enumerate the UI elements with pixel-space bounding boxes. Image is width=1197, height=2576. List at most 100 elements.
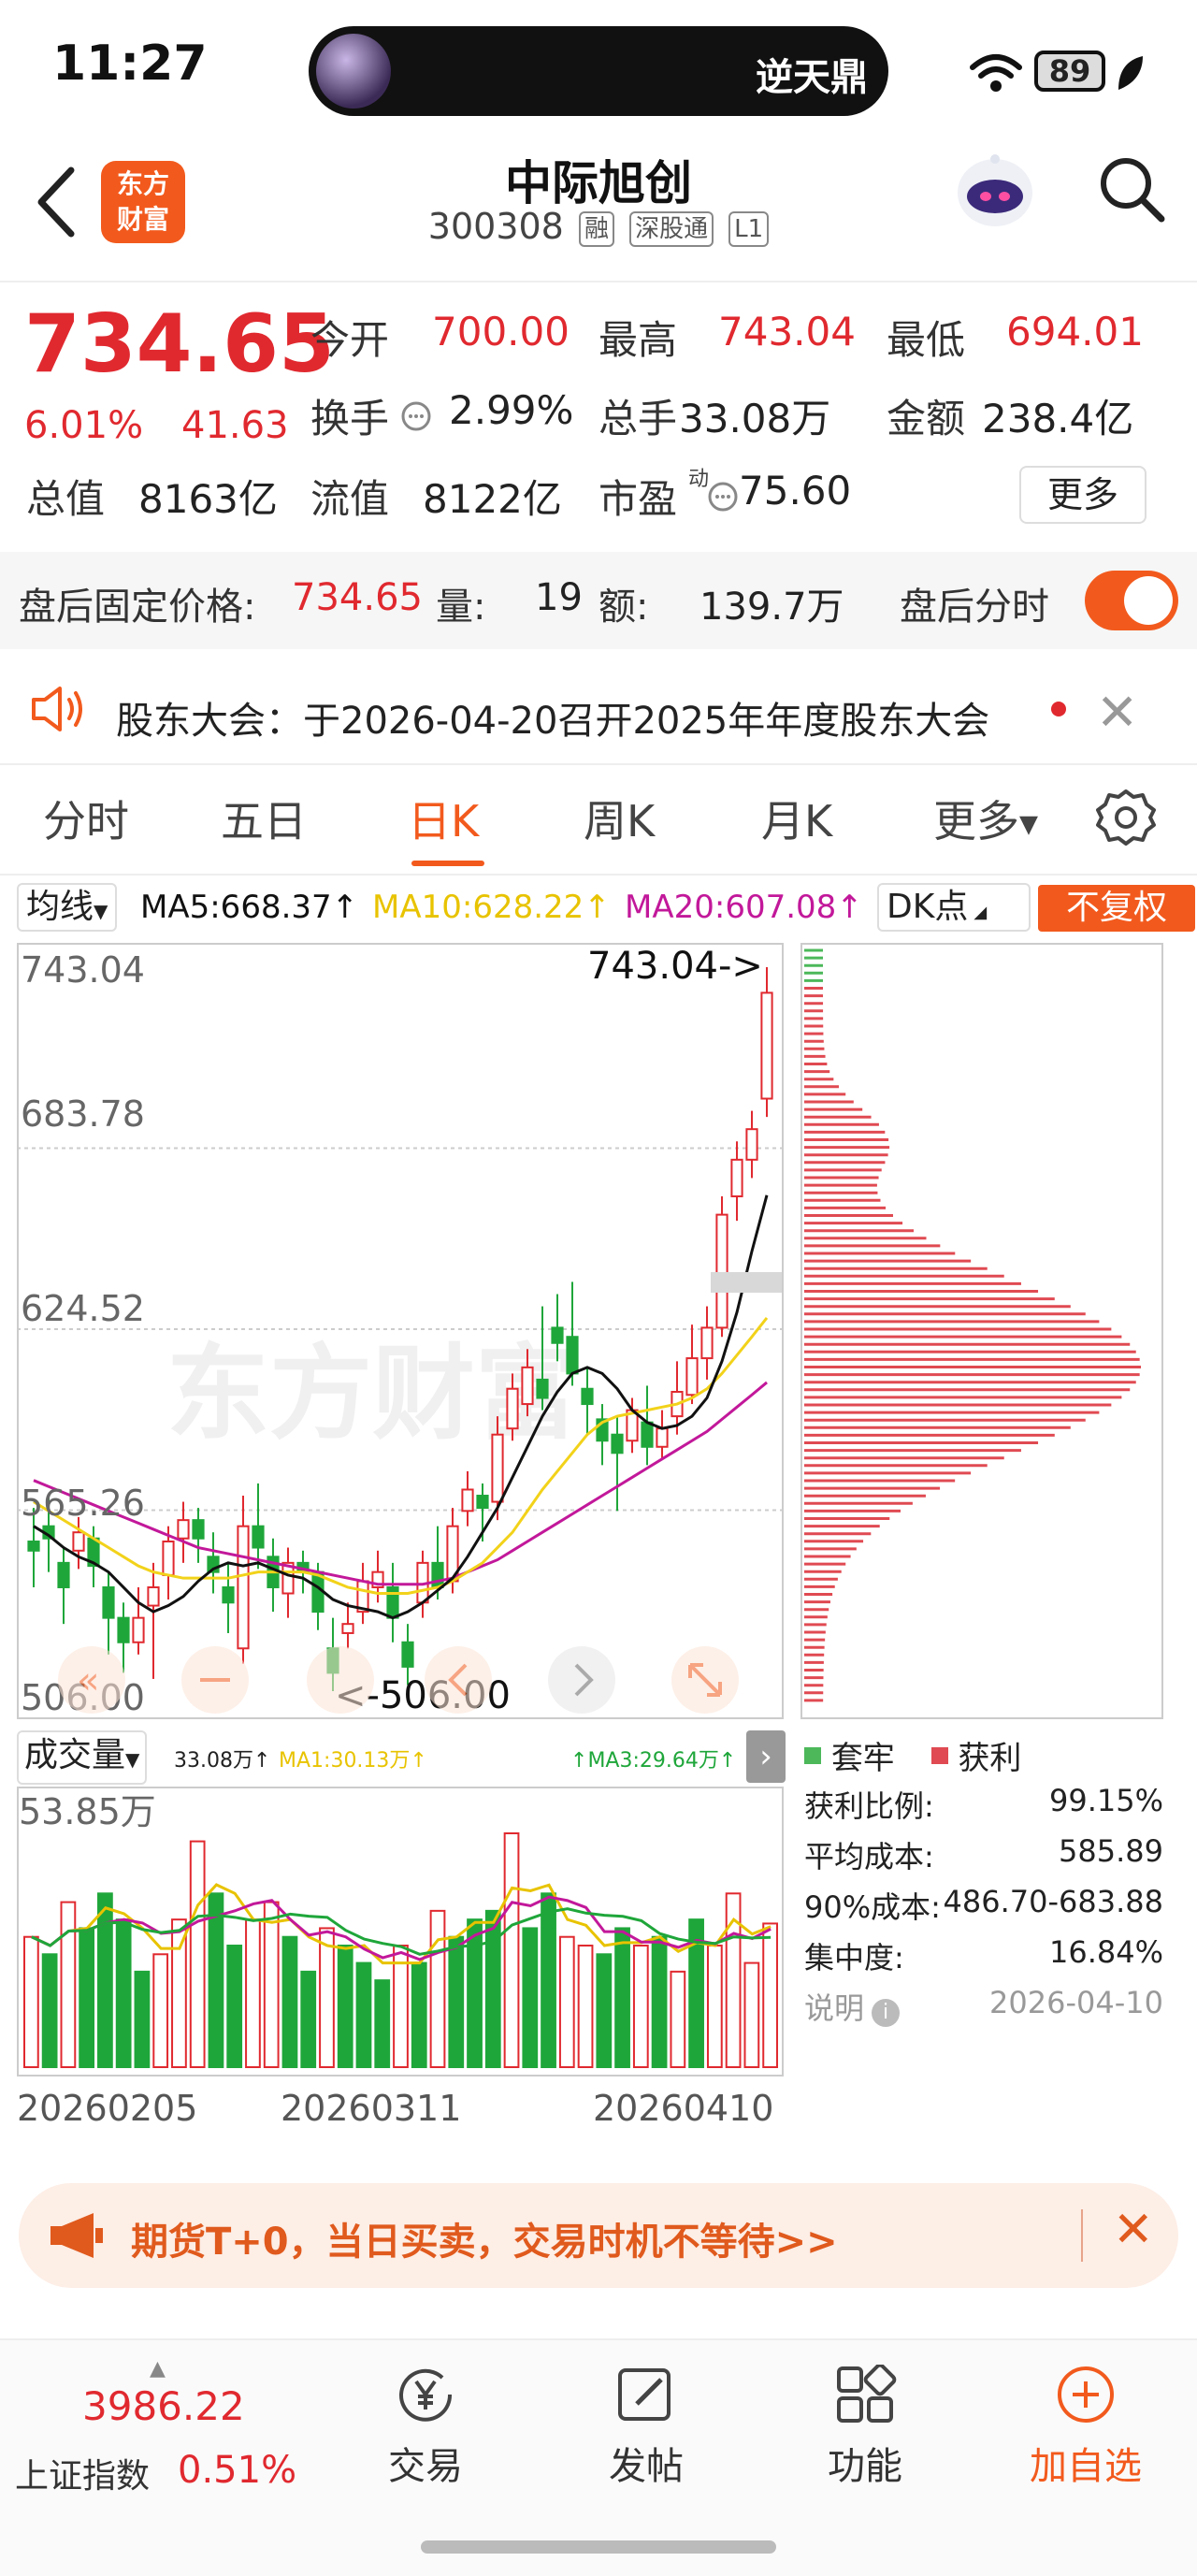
volume-bar [319, 1927, 335, 2068]
volume-bar [337, 1945, 353, 2068]
adjust-price-button[interactable]: 不复权 [1038, 885, 1195, 932]
date-label-mid: 20260311 [281, 2088, 462, 2129]
home-indicator[interactable] [421, 2540, 776, 2554]
volume-bar [97, 1892, 113, 2068]
candle-body [491, 1433, 504, 1503]
ah-amt: 139.7万 [699, 586, 844, 629]
row-value: 585.89 [1059, 1833, 1163, 1869]
candle-body [102, 1585, 115, 1619]
volume-bar [300, 1970, 317, 2068]
low-label: 最低 [887, 317, 966, 363]
volume-chart[interactable]: 53.85万 [17, 1787, 784, 2077]
tab-monthly-k[interactable]: 月K [761, 788, 832, 849]
volume-value: 33.08万 [679, 396, 831, 441]
search-icon[interactable] [1096, 153, 1167, 224]
profit-swatch [930, 1746, 948, 1764]
banner-close-icon[interactable]: ✕ [1113, 2202, 1154, 2258]
arrow-up-icon: ↑ [584, 889, 611, 926]
dynamic-island[interactable]: 逆天鼎 [309, 26, 888, 116]
volume-bar [189, 1840, 206, 2069]
chevron-down-icon: ▼ [94, 900, 108, 922]
volume-bar [503, 1832, 520, 2068]
nav-functions[interactable]: 功能 [795, 2363, 935, 2490]
arrow-up-icon: ↑ [410, 1749, 427, 1773]
nav-trade-label: 交易 [388, 2445, 463, 2488]
tab-five-day[interactable]: 五日 [221, 788, 307, 849]
avg-cost-row: 平均成本: 585.89 [804, 1833, 1163, 1876]
row-label: 平均成本: [804, 1839, 934, 1874]
arrow-up-icon: ↑ [331, 889, 359, 926]
next-button[interactable] [548, 1646, 615, 1714]
volume-select[interactable]: 成交量▼ [17, 1730, 148, 1785]
ma20-value: MA20:607.08↑ [625, 889, 863, 926]
candlestick-chart[interactable]: 东方财富 743.04 683.78 624.52 565.26 506.00 … [17, 943, 784, 1719]
tab-weekly-k[interactable]: 周K [584, 788, 655, 849]
candle-body [506, 1387, 519, 1430]
chevron-right-icon[interactable]: › [746, 1730, 786, 1783]
tab-more[interactable]: 更多▼ [933, 788, 1038, 849]
volume-bar [762, 1922, 778, 2068]
float-value: 8122亿 [423, 476, 562, 522]
candle-body [685, 1357, 699, 1397]
candle-body [341, 1623, 354, 1634]
explain-row[interactable]: 说明 i 2026-04-10 [804, 1985, 1163, 2028]
tab-daily-k[interactable]: 日K [408, 788, 479, 849]
candle-body [132, 1616, 145, 1643]
index-value[interactable]: 3986.22 [82, 2383, 245, 2429]
prev-button[interactable] [425, 1646, 492, 1714]
dk-point-select[interactable]: DK点 ◢ [877, 883, 1031, 932]
turnover-label: 换手 [310, 396, 390, 441]
volume-bar [448, 1935, 465, 2068]
trapped-label: 套牢 [830, 1740, 895, 1777]
chip-distribution-chart[interactable] [800, 943, 1163, 1719]
high-value: 743.04 [718, 309, 856, 355]
ma-select-label: 均线 [26, 888, 94, 926]
nav-trade[interactable]: 交易 [355, 2365, 496, 2490]
ah-amt-label: 额: [598, 586, 649, 629]
speaker-icon [32, 687, 82, 731]
nav-post[interactable]: 发帖 [576, 2365, 716, 2490]
volume-bar [23, 1935, 39, 2068]
notice-text[interactable]: 股东大会：于2026-04-20召开2025年年度股东大会 [116, 690, 989, 745]
ma5-text: MA5:668.37 [140, 889, 332, 926]
price-label-2: 683.78 [21, 1093, 145, 1135]
index-name[interactable]: 上证指数 [15, 2449, 150, 2497]
candle-body [386, 1585, 399, 1619]
chevron-down-icon: ▼ [125, 1748, 140, 1771]
wifi-icon [970, 54, 1022, 92]
index-change: 0.51% [178, 2449, 297, 2492]
volume-bar [355, 1961, 372, 2069]
ma-select[interactable]: 均线▼ [17, 883, 118, 932]
info-icon[interactable] [400, 400, 432, 432]
zoom-in-button[interactable] [307, 1646, 374, 1714]
volume-bar [596, 1953, 613, 2069]
chevron-down-icon: ▼ [1019, 810, 1038, 839]
promo-banner[interactable]: 期货T+0，当日买卖，交易时机不等待>> ✕ [19, 2183, 1178, 2288]
notice-close-icon[interactable]: ✕ [1096, 683, 1138, 742]
banner-text: 期货T+0，当日买卖，交易时机不等待>> [131, 2221, 838, 2264]
stock-code: 300308 [427, 206, 564, 247]
ah-vol-label: 量: [436, 586, 486, 629]
info-icon: i [872, 1999, 901, 2027]
bottom-bar: ▲ 3986.22 上证指数 0.51% 交易 发帖 功能 加自选 [0, 2338, 1197, 2576]
after-hours-toggle[interactable] [1085, 571, 1178, 630]
profit-ratio-row: 获利比例: 99.15% [804, 1783, 1163, 1826]
price-label-4: 565.26 [21, 1483, 145, 1524]
volume-ma1-text: MA1:30.13万 [279, 1749, 411, 1773]
row-value: 2026-04-10 [989, 1985, 1163, 2020]
low-value: 694.01 [1006, 309, 1144, 355]
trapped-swatch [804, 1746, 821, 1764]
nav-add-watchlist[interactable]: 加自选 [1016, 2365, 1156, 2490]
pe-info-icon[interactable] [707, 481, 739, 513]
leaf-icon [1118, 56, 1143, 90]
volume-ma1: MA1:30.13万↑ [279, 1744, 427, 1773]
nav-functions-label: 功能 [828, 2445, 902, 2488]
mktcap-label: 总值 [26, 476, 106, 522]
robot-assistant-icon[interactable] [948, 150, 1042, 234]
more-quote-button[interactable]: 更多 [1019, 466, 1147, 524]
date-label-end: 20260410 [593, 2088, 774, 2129]
gear-icon[interactable] [1096, 788, 1156, 847]
plus-circle-icon [1058, 2366, 1114, 2423]
volume-bar [541, 1892, 556, 2068]
tab-intraday[interactable]: 分时 [43, 788, 129, 849]
